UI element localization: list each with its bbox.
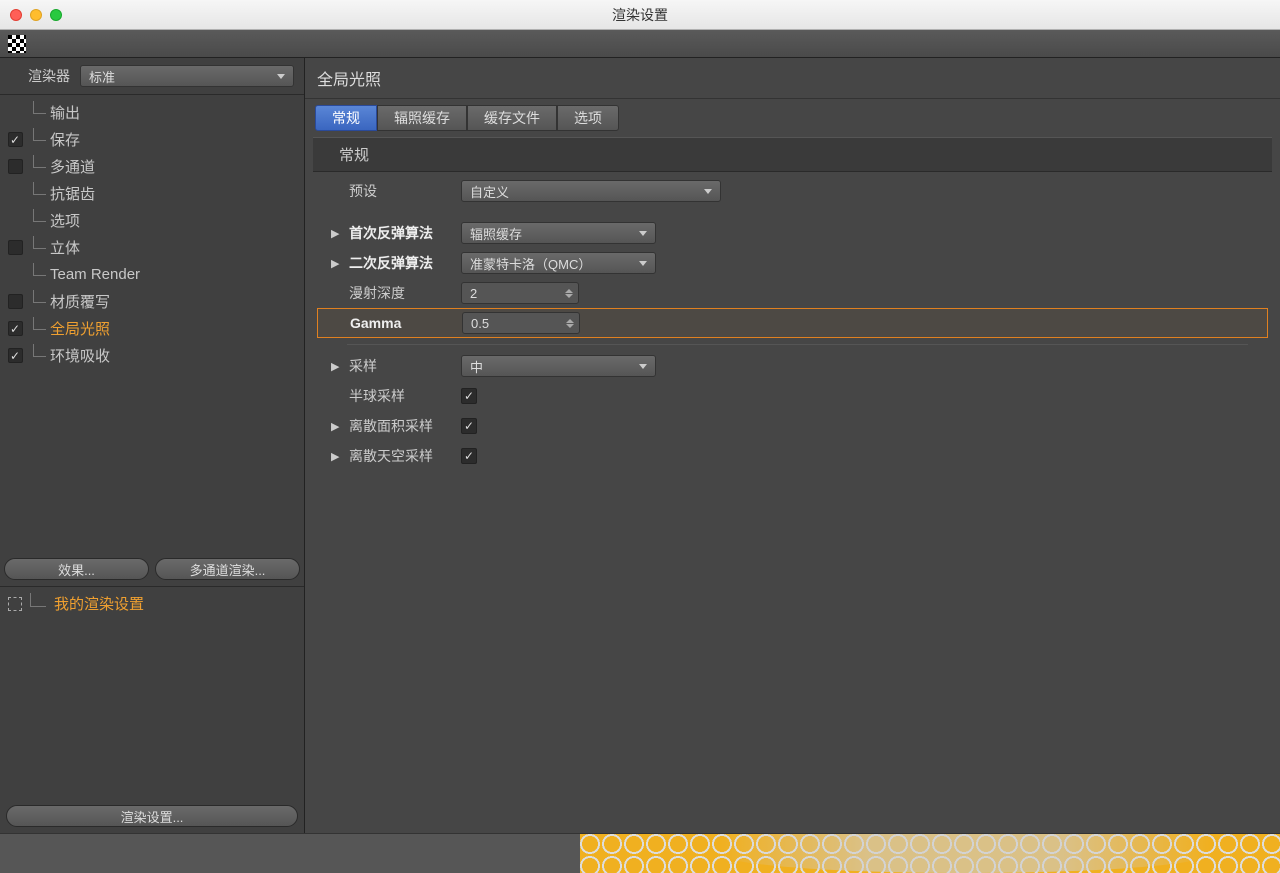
disclosure-icon[interactable]: ▶: [331, 450, 341, 463]
sampling-row: ▶ 采样 中: [317, 351, 1268, 381]
window-title: 渲染设置: [612, 5, 668, 25]
sidebar: 渲染器 标准 输出 保存 多通道: [0, 58, 305, 833]
disclosure-icon[interactable]: ▶: [331, 360, 341, 373]
checker-icon[interactable]: [8, 35, 26, 53]
tab-cachefile[interactable]: 缓存文件: [467, 105, 557, 131]
close-icon[interactable]: [10, 9, 22, 21]
sidebar-item-teamrender[interactable]: Team Render: [0, 261, 304, 288]
hemisphere-row: 半球采样: [317, 381, 1268, 411]
renderer-label: 渲染器: [28, 66, 70, 86]
sidebar-item-save[interactable]: 保存: [0, 126, 304, 153]
primary-dropdown[interactable]: 辐照缓存: [461, 222, 656, 244]
maximize-icon[interactable]: [50, 9, 62, 21]
disclosure-icon[interactable]: ▶: [331, 227, 341, 240]
discrete-area-row: ▶ 离散面积采样: [317, 411, 1268, 441]
tab-options[interactable]: 选项: [557, 105, 619, 131]
checkbox[interactable]: [8, 321, 23, 336]
sidebar-item-options[interactable]: 选项: [0, 207, 304, 234]
checkbox[interactable]: [8, 348, 23, 363]
viewport-strip: [0, 833, 1280, 873]
tab-general[interactable]: 常规: [315, 105, 377, 131]
minimize-icon[interactable]: [30, 9, 42, 21]
sidebar-item-antialias[interactable]: 抗锯齿: [0, 180, 304, 207]
titlebar: 渲染设置: [0, 0, 1280, 30]
checkbox[interactable]: [8, 159, 23, 174]
tabs: 常规 辐照缓存 缓存文件 选项: [305, 99, 1280, 137]
checkbox[interactable]: [8, 132, 23, 147]
sidebar-item-matoverride[interactable]: 材质覆写: [0, 288, 304, 315]
diffuse-depth-row: 漫射深度 2: [317, 278, 1268, 308]
sampling-dropdown[interactable]: 中: [461, 355, 656, 377]
gamma-field[interactable]: 0.5: [462, 312, 580, 334]
effects-button[interactable]: 效果...: [4, 558, 149, 580]
preset-row: 预设 自定义: [317, 176, 1268, 206]
sidebar-item-stereo[interactable]: 立体: [0, 234, 304, 261]
disclosure-icon[interactable]: ▶: [331, 257, 341, 270]
primary-row: ▶ 首次反弹算法 辐照缓存: [317, 218, 1268, 248]
discrete-sky-checkbox[interactable]: [461, 448, 477, 464]
tab-irradiance[interactable]: 辐照缓存: [377, 105, 467, 131]
checkbox[interactable]: [8, 240, 23, 255]
sidebar-item-multipass[interactable]: 多通道: [0, 153, 304, 180]
multipass-button[interactable]: 多通道渲染...: [155, 558, 300, 580]
section-header: 常规: [313, 137, 1272, 172]
toolbar: [0, 30, 1280, 58]
panel-title: 全局光照: [305, 58, 1280, 99]
discrete-sky-row: ▶ 离散天空采样: [317, 441, 1268, 471]
secondary-row: ▶ 二次反弹算法 准蒙特卡洛（QMC）: [317, 248, 1268, 278]
renderer-dropdown[interactable]: 标准: [80, 65, 294, 87]
disclosure-icon[interactable]: ▶: [331, 420, 341, 433]
preset-dropdown[interactable]: 自定义: [461, 180, 721, 202]
discrete-area-checkbox[interactable]: [461, 418, 477, 434]
diffuse-depth-field[interactable]: 2: [461, 282, 579, 304]
checkbox[interactable]: [8, 294, 23, 309]
sidebar-item-output[interactable]: 输出: [0, 99, 304, 126]
hemisphere-checkbox[interactable]: [461, 388, 477, 404]
main-panel: 全局光照 常规 辐照缓存 缓存文件 选项 常规 预设 自定义 ▶: [305, 58, 1280, 833]
sidebar-item-ao[interactable]: 环境吸收: [0, 342, 304, 369]
secondary-dropdown[interactable]: 准蒙特卡洛（QMC）: [461, 252, 656, 274]
gamma-row: Gamma 0.5: [317, 308, 1268, 338]
settings-tree: 输出 保存 多通道 抗锯齿 选项: [0, 95, 304, 373]
my-render-settings[interactable]: 我的渲染设置: [0, 586, 304, 620]
render-settings-button[interactable]: 渲染设置...: [6, 805, 298, 827]
sidebar-item-gi[interactable]: 全局光照: [0, 315, 304, 342]
expand-icon[interactable]: [8, 597, 22, 611]
